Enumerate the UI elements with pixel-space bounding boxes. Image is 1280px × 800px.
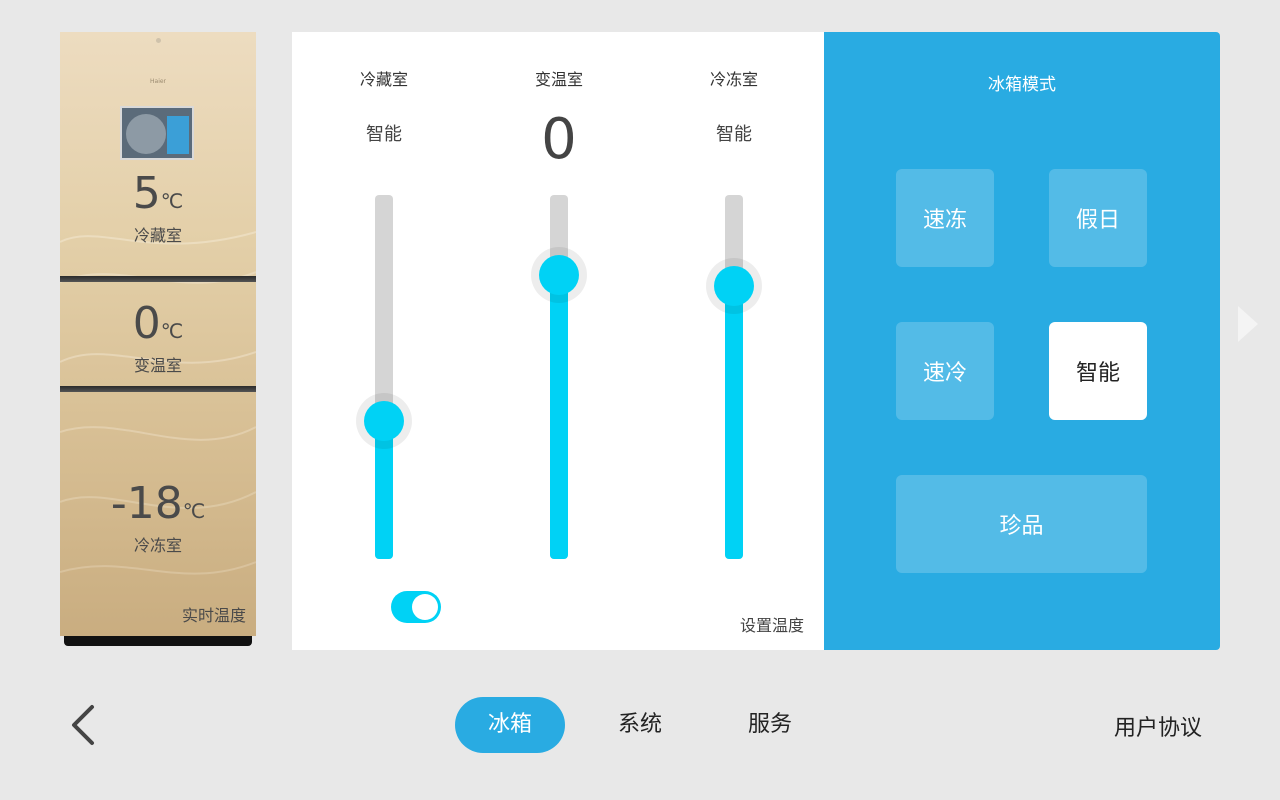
fridge-mode-panel: 冰箱模式 速冻 假日 速冷 智能 珍品	[824, 32, 1220, 650]
variable-temp-value: 0	[132, 298, 161, 349]
tab-system[interactable]: 系统	[595, 697, 685, 753]
refrigerator-toggle-switch[interactable]	[391, 591, 441, 623]
slider-setting: 智能	[716, 124, 752, 145]
slider-fill	[550, 275, 568, 559]
variable-label: 变温室	[133, 356, 182, 375]
refrigerator-temp-value: 5	[132, 168, 161, 219]
freezer-slider-column: 冷冻室 智能	[674, 32, 794, 650]
freezer-slider-thumb[interactable]	[706, 258, 762, 314]
next-page-arrow-icon[interactable]	[1238, 306, 1258, 342]
variable-slider-column: 变温室 0	[499, 32, 619, 650]
slider-title: 变温室	[534, 70, 583, 89]
mode-smart-button[interactable]: 智能	[1049, 322, 1147, 420]
tab-service[interactable]: 服务	[725, 697, 815, 753]
variable-temp: 0℃ 变温室	[60, 302, 256, 376]
slider-setting: 0	[541, 107, 577, 172]
slider-title: 冷冻室	[709, 70, 758, 89]
mode-quick-cool-button[interactable]: 速冷	[896, 322, 994, 420]
fridge-image: Haier 5℃ 冷藏室 0℃ 变温室 -18℃ 冷冻室 实时温度	[60, 32, 256, 636]
refrigerator-temp: 5℃ 冷藏室	[60, 172, 256, 246]
slider-title: 冷藏室	[359, 70, 408, 89]
user-agreement-link[interactable]: 用户协议	[1114, 710, 1202, 742]
freezer-label: 冷冻室	[133, 536, 182, 555]
freezer-temp-value: -18	[110, 478, 183, 529]
refrigerator-slider-track[interactable]	[375, 195, 393, 559]
mode-treasure-button[interactable]: 珍品	[896, 475, 1147, 573]
toggle-knob	[412, 594, 438, 620]
variable-slider-thumb[interactable]	[531, 247, 587, 304]
refrigerator-slider-thumb[interactable]	[356, 392, 412, 449]
mode-panel-title: 冰箱模式	[988, 75, 1056, 95]
refrigerator-label: 冷藏室	[133, 226, 182, 245]
back-arrow-icon[interactable]	[68, 702, 108, 748]
compartment-divider	[60, 276, 256, 282]
refrigerator-temp-unit: ℃	[160, 189, 184, 213]
realtime-temp-label: 实时温度	[181, 606, 246, 625]
refrigerator-slider-column: 冷藏室 智能	[324, 32, 444, 650]
set-temp-label: 设置温度	[739, 616, 804, 635]
brand-logo: Haier	[150, 78, 167, 85]
fridge-display-thumbnail	[120, 106, 194, 160]
compartment-divider	[60, 386, 256, 392]
camera-dot	[156, 38, 161, 43]
temperature-setting-panel: 冷藏室 智能 变温室 0 冷冻室 智能 设置温度	[292, 32, 824, 650]
mode-holiday-button[interactable]: 假日	[1049, 169, 1147, 267]
fridge-feet	[64, 636, 252, 646]
slider-fill	[725, 286, 743, 559]
slider-setting: 智能	[366, 124, 402, 145]
freezer-slider-track[interactable]	[725, 195, 743, 559]
mode-quick-freeze-button[interactable]: 速冻	[896, 169, 994, 267]
tab-fridge[interactable]: 冰箱	[455, 697, 565, 753]
freezer-temp: -18℃ 冷冻室	[60, 482, 256, 556]
freezer-temp-unit: ℃	[182, 499, 206, 523]
variable-temp-unit: ℃	[160, 319, 184, 343]
